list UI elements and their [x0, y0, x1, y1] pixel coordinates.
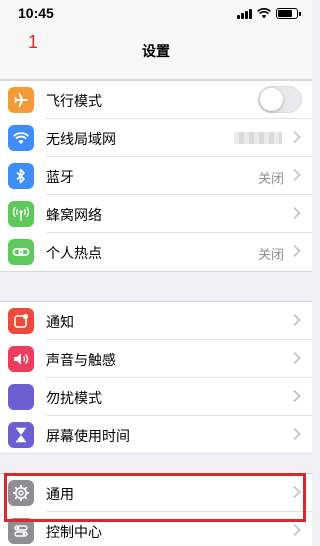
toggle-knob	[260, 88, 283, 111]
settings-row-screen-time[interactable]: 屏幕使用时间	[0, 416, 312, 454]
settings-row-notifications[interactable]: 通知	[0, 302, 312, 340]
settings-row-dnd[interactable]: 勿扰模式	[0, 378, 312, 416]
airplane-mode-toggle[interactable]	[258, 86, 302, 113]
battery-fill	[278, 10, 292, 17]
settings-row-sounds[interactable]: 声音与触感	[0, 340, 312, 378]
wifi-network-name-redacted	[234, 132, 282, 144]
settings-row-label: 个人热点	[46, 246, 102, 262]
bluetooth-icon	[8, 163, 34, 189]
settings-row-label: 蓝牙	[46, 170, 74, 186]
chevron-right-icon	[293, 130, 301, 144]
nav-bar: 1 设置	[0, 30, 312, 80]
settings-row-label: 无线局域网	[46, 132, 116, 148]
chevron-right-icon	[293, 389, 301, 403]
airplane-icon	[8, 87, 34, 113]
chevron-right-icon	[293, 351, 301, 365]
wifi-status-icon	[257, 8, 271, 19]
notifications-icon	[8, 308, 34, 334]
settings-row-value: 关闭	[257, 172, 284, 187]
status-bar: 10:45	[0, 0, 312, 30]
settings-row-label: 飞行模式	[46, 94, 102, 110]
settings-row-value: 关闭	[257, 248, 284, 263]
speaker-icon	[8, 346, 34, 372]
settings-row-cellular[interactable]: 蜂窝网络	[0, 195, 312, 233]
settings-row-airplane[interactable]: 飞行模式	[0, 81, 312, 119]
chevron-right-icon	[293, 313, 301, 327]
cellular-antenna-icon	[8, 201, 34, 227]
chevron-right-icon	[293, 168, 301, 182]
hourglass-icon	[8, 422, 34, 448]
status-icons	[237, 8, 301, 19]
chevron-right-icon	[293, 523, 301, 537]
group-spacer	[0, 454, 312, 474]
status-time: 10:45	[18, 5, 54, 21]
chevron-right-icon	[293, 206, 301, 220]
settings-row-label: 勿扰模式	[46, 391, 102, 407]
settings-row-label: 声音与触感	[46, 353, 116, 369]
chevron-right-icon	[293, 244, 301, 258]
settings-row-wifi[interactable]: 无线局域网	[0, 119, 312, 157]
highlight-box-general	[4, 473, 306, 522]
hotspot-link-icon	[8, 239, 34, 265]
page-title: 设置	[142, 44, 170, 60]
signal-strength-icon	[237, 8, 252, 19]
settings-row-hotspot[interactable]: 个人热点 关闭	[0, 233, 312, 271]
settings-group-connectivity: 飞行模式 无线局域网 蓝牙 关闭 蜂窝网络 个人热点 关闭	[0, 80, 312, 272]
settings-row-label: 屏幕使用时间	[46, 429, 130, 445]
wifi-icon	[8, 125, 34, 151]
settings-row-label: 蜂窝网络	[46, 208, 102, 224]
settings-row-bluetooth[interactable]: 蓝牙 关闭	[0, 157, 312, 195]
row-divider	[0, 453, 312, 454]
settings-row-label: 控制中心	[46, 525, 102, 541]
battery-icon	[276, 8, 301, 19]
settings-row-label: 通知	[46, 315, 74, 331]
chevron-right-icon	[293, 427, 301, 441]
moon-icon	[8, 384, 34, 410]
